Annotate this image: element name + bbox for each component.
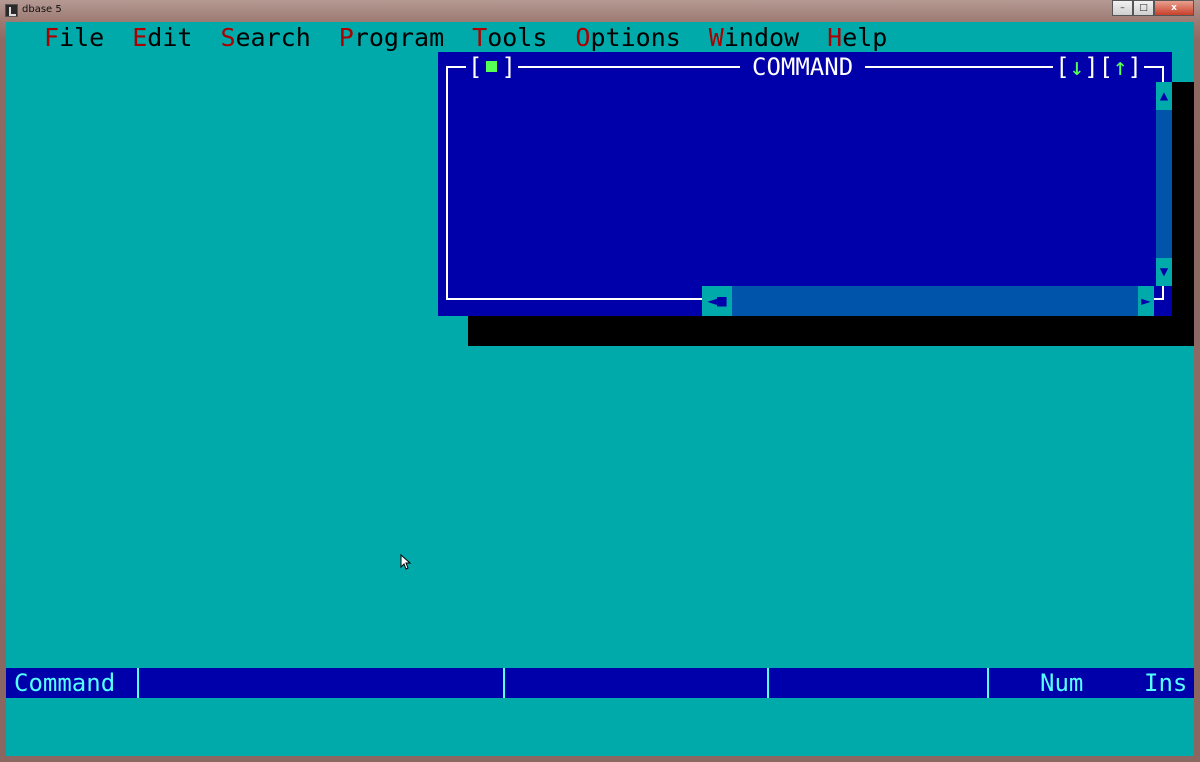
vertical-scrollbar[interactable]: ▲ ▼ [1156, 82, 1172, 286]
minimize-button[interactable]: – [1112, 0, 1133, 16]
status-num-lock: Num [1040, 669, 1084, 697]
menu-file[interactable]: File [30, 23, 118, 52]
command-window-frame [446, 66, 1164, 300]
app-icon [5, 4, 18, 17]
os-window: dbase 5 – □ x File Edit Search Program T… [0, 0, 1200, 762]
horizontal-scrollbar[interactable]: ◄■ ► [702, 286, 1154, 316]
command-window[interactable]: [] COMMAND [↓][↑] ▲ ▼ ◄■ ► [438, 52, 1172, 316]
status-divider [503, 668, 505, 698]
command-close-box[interactable]: [] [466, 54, 518, 80]
status-divider [767, 668, 769, 698]
vertical-scroll-track[interactable] [1156, 110, 1172, 258]
window-controls: – □ x [1112, 0, 1194, 16]
status-insert-mode: Ins [1144, 669, 1188, 697]
close-button[interactable]: x [1154, 0, 1194, 16]
title-bar[interactable]: dbase 5 – □ x [0, 0, 1200, 22]
scroll-right-icon[interactable]: ► [1138, 286, 1154, 316]
menu-program[interactable]: Program [325, 23, 458, 52]
scroll-down-icon[interactable]: ▼ [1156, 258, 1172, 286]
menu-search[interactable]: Search [206, 23, 324, 52]
zoom-up-icon[interactable]: ↑ [1113, 53, 1127, 81]
status-divider [137, 668, 139, 698]
status-divider [987, 668, 989, 698]
menu-bar: File Edit Search Program Tools Options W… [6, 22, 1194, 52]
scroll-left-icon[interactable]: ◄■ [702, 286, 732, 316]
status-mode: Command [14, 669, 116, 697]
status-bar: Command Num Ins [6, 668, 1194, 698]
command-input-area[interactable] [6, 698, 1194, 756]
zoom-down-icon[interactable]: ↓ [1070, 53, 1084, 81]
close-square-icon [486, 60, 498, 72]
maximize-button[interactable]: □ [1133, 0, 1154, 16]
scroll-up-icon[interactable]: ▲ [1156, 82, 1172, 110]
menu-help[interactable]: Help [813, 23, 901, 52]
dos-client-area: File Edit Search Program Tools Options W… [6, 22, 1194, 756]
command-window-title: COMMAND [740, 54, 866, 80]
command-zoom-buttons: [↓][↑] [1053, 53, 1144, 81]
window-title: dbase 5 [22, 4, 62, 15]
menu-tools[interactable]: Tools [458, 23, 561, 52]
menu-window[interactable]: Window [695, 23, 813, 52]
mouse-pointer-icon [400, 554, 412, 570]
menu-edit[interactable]: Edit [118, 23, 206, 52]
menu-options[interactable]: Options [561, 23, 694, 52]
